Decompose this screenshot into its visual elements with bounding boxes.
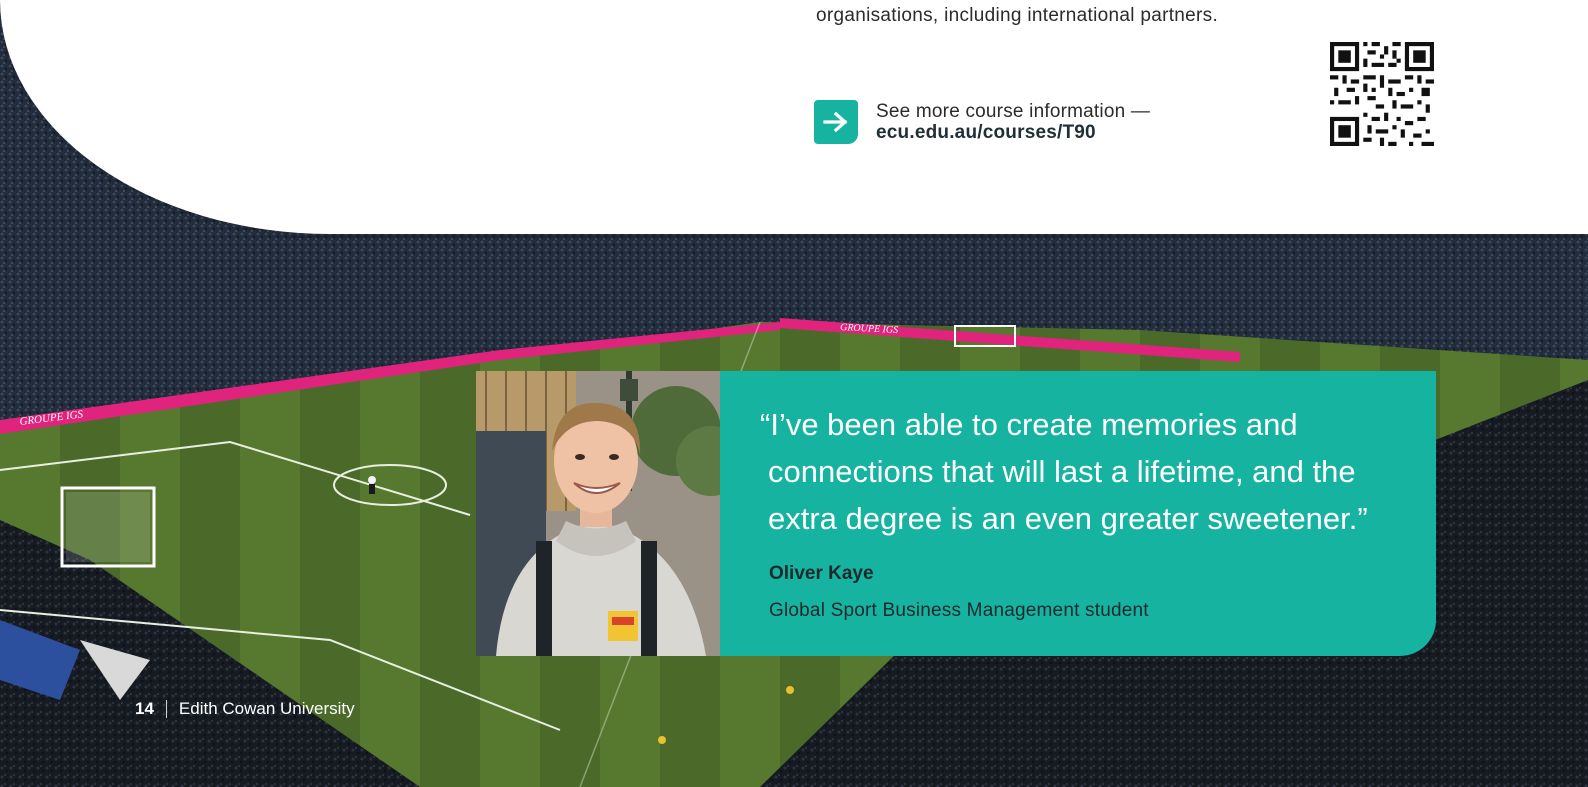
course-link-url[interactable]: ecu.edu.au/courses/T90: [876, 122, 1150, 143]
page-number: 14: [135, 699, 154, 718]
quote-panel: “I’ve been able to create memories and c…: [720, 371, 1436, 656]
testimonial-name: Oliver Kaye: [769, 563, 874, 584]
top-content-panel: organisations, including international p…: [0, 0, 1588, 234]
page-footer: 14 Edith Cowan University: [135, 699, 355, 719]
arrow-right-icon: [814, 100, 858, 144]
course-info-link[interactable]: See more course information — ecu.edu.au…: [814, 100, 1150, 144]
course-link-prefix: See more course information —: [876, 101, 1151, 122]
publisher-name: Edith Cowan University: [178, 699, 355, 718]
qr-code-icon[interactable]: [1330, 42, 1434, 146]
testimonial-role: Global Sport Business Management student: [769, 600, 1149, 621]
testimonial-card: “I’ve been able to create memories and c…: [476, 371, 1436, 656]
student-photo: [476, 371, 720, 656]
course-description-text: organisations, including international p…: [816, 4, 1336, 28]
intro-partial-line: organisations, including international p…: [816, 5, 1219, 26]
testimonial-quote: “I’ve been able to create memories and c…: [760, 407, 1368, 536]
footer-divider: [165, 700, 167, 718]
course-link-text: See more course information — ecu.edu.au…: [876, 101, 1150, 143]
